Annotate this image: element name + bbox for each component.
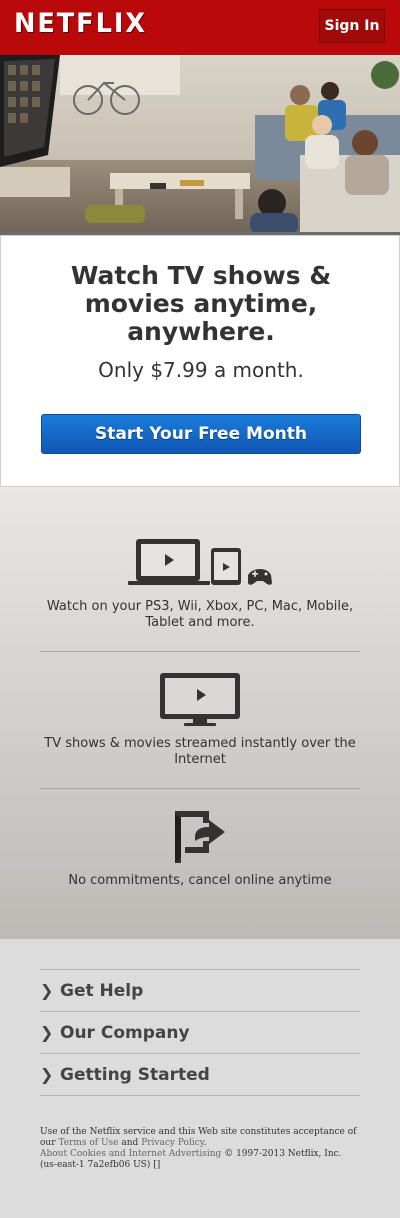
footer-link-our-company[interactable]: ❯ Our Company <box>40 1012 360 1054</box>
chevron-right-icon: ❯ <box>40 981 54 1000</box>
footer-link-label: Getting Started <box>60 1064 210 1085</box>
feature-devices: Watch on your PS3, Wii, Xbox, PC, Mac, M… <box>40 599 360 631</box>
hero-image <box>0 55 400 234</box>
promo-panel: Watch TV shows & movies anytime, anywher… <box>0 235 400 487</box>
feature-streaming: TV shows & movies streamed instantly ove… <box>40 736 360 768</box>
price-text: Only $7.99 a month. <box>98 358 304 382</box>
footer-link-label: Get Help <box>60 980 144 1001</box>
features-section: Watch on your PS3, Wii, Xbox, PC, Mac, M… <box>0 487 400 939</box>
header-bar: NETFLIX Sign In <box>0 0 400 55</box>
cookies-link[interactable]: About Cookies and Internet Advertising <box>40 1149 221 1159</box>
sign-in-button[interactable]: Sign In <box>319 9 385 43</box>
netflix-logo[interactable]: NETFLIX <box>14 8 147 39</box>
terms-of-use-link[interactable]: Terms of Use <box>58 1138 118 1148</box>
legal-period: . <box>203 1138 207 1148</box>
feature-no-commitments: No commitments, cancel online anytime <box>40 873 360 889</box>
feature-devices-text: Watch on your PS3, Wii, Xbox, PC, Mac, M… <box>46 599 354 630</box>
headline: Watch TV shows & movies anytime, anywher… <box>70 261 332 346</box>
feature-no-commitments-text: No commitments, cancel online anytime <box>68 873 332 888</box>
legal-and: and <box>121 1138 139 1148</box>
feature-divider <box>40 651 360 652</box>
tv-icon <box>160 673 240 731</box>
devices-icon <box>126 537 274 593</box>
chevron-right-icon: ❯ <box>40 1023 54 1042</box>
feature-streaming-text: TV shows & movies streamed instantly ove… <box>44 736 356 767</box>
start-free-month-button[interactable]: Start Your Free Month <box>41 414 361 454</box>
footer-link-get-help[interactable]: ❯ Get Help <box>40 970 360 1012</box>
feature-divider <box>40 788 360 789</box>
chevron-right-icon: ❯ <box>40 1065 54 1084</box>
footer-links: ❯ Get Help ❯ Our Company ❯ Getting Start… <box>40 969 360 1096</box>
legal-text: Use of the Netflix service and this Web … <box>40 1127 360 1171</box>
exit-door-icon <box>173 809 227 869</box>
footer: ❯ Get Help ❯ Our Company ❯ Getting Start… <box>0 939 400 1218</box>
privacy-policy-link[interactable]: Privacy Policy <box>141 1138 203 1148</box>
footer-link-label: Our Company <box>60 1022 190 1043</box>
footer-link-getting-started[interactable]: ❯ Getting Started <box>40 1054 360 1096</box>
